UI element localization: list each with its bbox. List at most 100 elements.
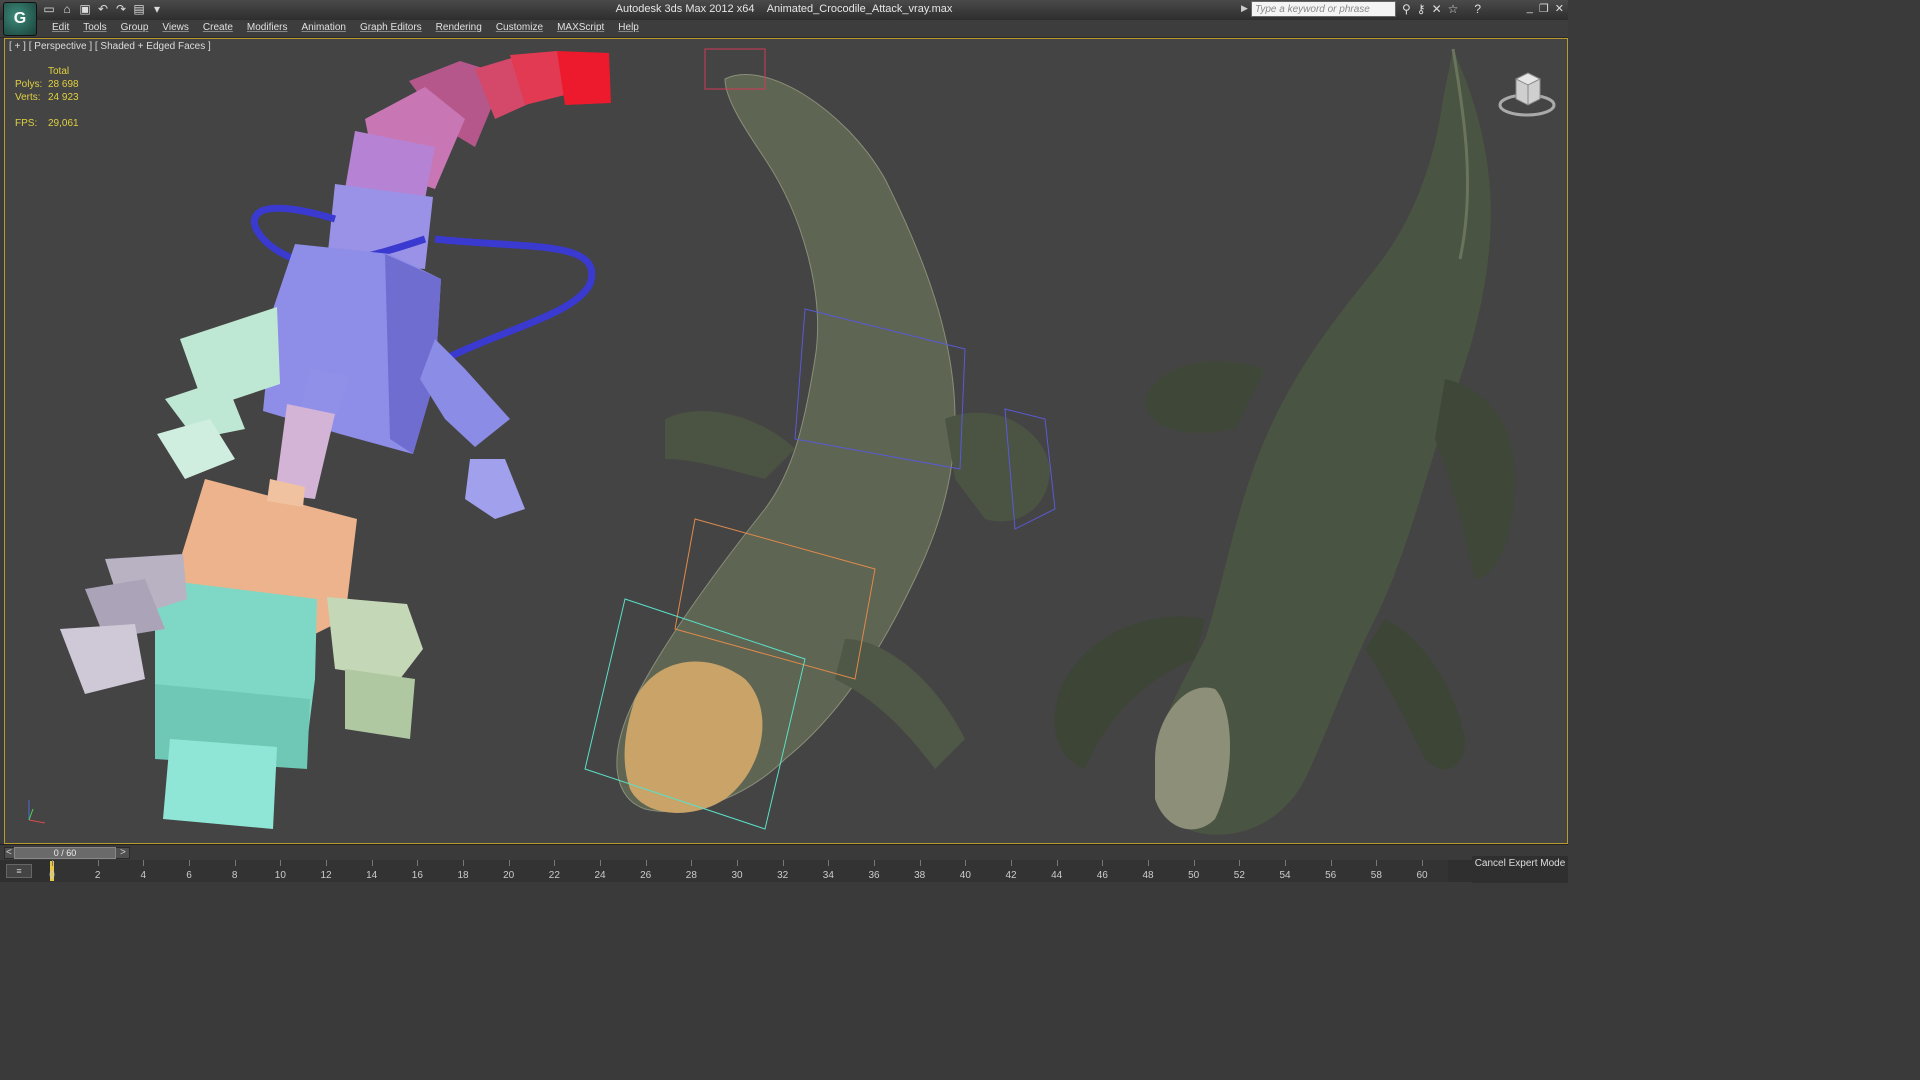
wireframe-crocodile[interactable] — [584, 48, 1056, 830]
stats-verts-label: Verts: — [15, 92, 41, 103]
timeline-tick-label: 18 — [457, 870, 469, 881]
stats-fps-value: 29,061 — [48, 118, 79, 129]
menu-maxscript[interactable]: MAXScript — [550, 22, 611, 33]
timeline-tick — [691, 860, 693, 866]
timeline-tick — [554, 860, 556, 866]
timeline-tick — [1239, 860, 1241, 866]
menu-animation[interactable]: Animation — [294, 22, 352, 33]
viewport-label[interactable]: [ + ] [ Perspective ] [ Shaded + Edged F… — [9, 41, 211, 52]
restore-icon[interactable]: ❐ — [1539, 2, 1549, 15]
timeline-tick — [782, 860, 784, 866]
timeline-tick — [1330, 860, 1332, 866]
timeline-tick-label: 2 — [94, 870, 101, 881]
timeline-tick-label: 20 — [503, 870, 515, 881]
menu-tools[interactable]: Tools — [76, 22, 113, 33]
timeline-tick-label: 54 — [1279, 870, 1291, 881]
minimize-icon[interactable]: _ — [1527, 2, 1533, 15]
timeline-tick — [1148, 860, 1149, 866]
menu-graph-editors[interactable]: Graph Editors — [353, 22, 429, 33]
timeline-tick — [1422, 860, 1423, 866]
help-icon[interactable]: ? — [1474, 2, 1481, 16]
search-expand-icon[interactable]: ▶ — [1241, 3, 1248, 14]
time-slider-thumb[interactable]: 0 / 60 — [14, 847, 116, 859]
timeline-tick-label: 46 — [1096, 870, 1108, 881]
timeline-tick-label: 60 — [1416, 870, 1428, 881]
timeline-tick — [326, 860, 327, 866]
timeline-tick-label: 4 — [140, 870, 147, 881]
timeline-tick — [1285, 860, 1286, 866]
timeline-ruler[interactable]: 0 2 4 6 8 10 12 14 16 18 20 22 24 26 28 30 32 34 36 38 40 42 4… — [49, 860, 1448, 882]
timeline-tick — [1376, 860, 1378, 866]
timeline-tick-label: 28 — [685, 870, 697, 881]
timeline-tick-label: 30 — [731, 870, 743, 881]
menu-edit[interactable]: Edit — [45, 22, 76, 33]
perspective-viewport[interactable]: [ + ] [ Perspective ] [ Shaded + Edged F… — [4, 38, 1568, 844]
timeline-tick — [1056, 860, 1058, 866]
favorites-star-icon[interactable]: ☆ — [1448, 2, 1459, 16]
open-mini-curve-editor-icon[interactable]: ≡ — [6, 864, 32, 878]
timeline-tick-label: 50 — [1188, 870, 1200, 881]
timeline-tick-label: 42 — [1005, 870, 1017, 881]
timeline-tick — [417, 860, 419, 866]
timeline-tick-label: 56 — [1325, 870, 1337, 881]
biped-rig[interactable] — [60, 51, 611, 829]
timeline-tick-label: 48 — [1142, 870, 1154, 881]
timeline-tick — [1193, 860, 1195, 866]
timeline-tick-label: 12 — [320, 870, 332, 881]
menu-customize[interactable]: Customize — [489, 22, 550, 33]
timeline-tick — [371, 860, 373, 866]
timeline-tick — [189, 860, 190, 866]
stats-polys-value: 28 698 — [48, 79, 79, 90]
timeline-tick — [508, 860, 510, 866]
timeline-tick-label: 16 — [411, 870, 423, 881]
menu-modifiers[interactable]: Modifiers — [240, 22, 295, 33]
tools-icon[interactable]: ✕ — [1432, 2, 1442, 16]
search-input[interactable]: Type a keyword or phrase — [1251, 1, 1396, 17]
viewcube-icon[interactable] — [1498, 67, 1556, 117]
menu-group[interactable]: Group — [114, 22, 156, 33]
menu-create[interactable]: Create — [196, 22, 240, 33]
timeline-tick-label: 36 — [868, 870, 880, 881]
viewport-statistics: Total Polys: 28 698 Verts: 24 923 FPS: 29,0… — [15, 65, 79, 130]
timeline-tick-label: 44 — [1051, 870, 1063, 881]
timeline-tick-label: 14 — [366, 870, 378, 881]
close-icon[interactable]: ✕ — [1555, 2, 1564, 15]
timeline-tick — [828, 860, 830, 866]
timeline-tick-label: 22 — [548, 870, 560, 881]
time-prev-button[interactable]: < — [6, 847, 12, 859]
app-logo-icon[interactable]: G — [3, 2, 37, 36]
key-icon[interactable]: ⚷ — [1417, 2, 1426, 16]
timeline-tick-label: 6 — [186, 870, 192, 881]
timeline-tick-label: 8 — [231, 870, 238, 881]
timeline-tick — [874, 860, 875, 866]
menu-bar: Edit Tools Group Views Create Modifiers … — [0, 20, 1568, 38]
title-bar: ▭ ⌂ ▣ ↶ ↷ ▤ ▾ Autodesk 3ds Max 2012 x64 … — [0, 0, 1568, 20]
timeline-tick-label: 0 — [49, 870, 55, 881]
app-name: Autodesk 3ds Max 2012 x64 — [615, 3, 755, 15]
timeline-tick — [1102, 860, 1104, 866]
track-bar: ≡ 0 2 4 6 8 10 12 14 16 18 20 22 24 26 28 30 32 34 36 38 40 4… — [0, 860, 1568, 882]
timeline-tick — [52, 860, 53, 866]
cancel-expert-mode-button[interactable]: Cancel Expert Mode — [1472, 856, 1568, 883]
menu-rendering[interactable]: Rendering — [429, 22, 489, 33]
time-next-button[interactable]: > — [120, 847, 126, 859]
binoculars-icon[interactable]: ⚲ — [1402, 2, 1411, 16]
timeline-tick — [965, 860, 967, 866]
infocenter-toolbar: ⚲ ⚷ ✕ ☆ ? — [1402, 2, 1481, 16]
time-slider-bar: < 0 / 60 > — [0, 844, 1568, 861]
timeline-tick — [234, 860, 236, 866]
scene-render — [60, 48, 1515, 835]
stats-verts-value: 24 923 — [48, 92, 79, 103]
rendered-crocodile[interactable] — [1054, 48, 1515, 835]
timeline-tick-label: 58 — [1370, 870, 1382, 881]
timeline-tick-label: 38 — [914, 870, 926, 881]
timeline-tick-label: 34 — [822, 870, 834, 881]
timeline-tick — [1011, 860, 1012, 866]
timeline-tick-label: 26 — [640, 870, 652, 881]
menu-help[interactable]: Help — [611, 22, 646, 33]
timeline-tick-label: 24 — [594, 870, 606, 881]
timeline-tick — [463, 860, 464, 866]
menu-views[interactable]: Views — [155, 22, 196, 33]
window-controls: _ ❐ ✕ — [1527, 2, 1564, 15]
timeline-tick — [737, 860, 738, 866]
